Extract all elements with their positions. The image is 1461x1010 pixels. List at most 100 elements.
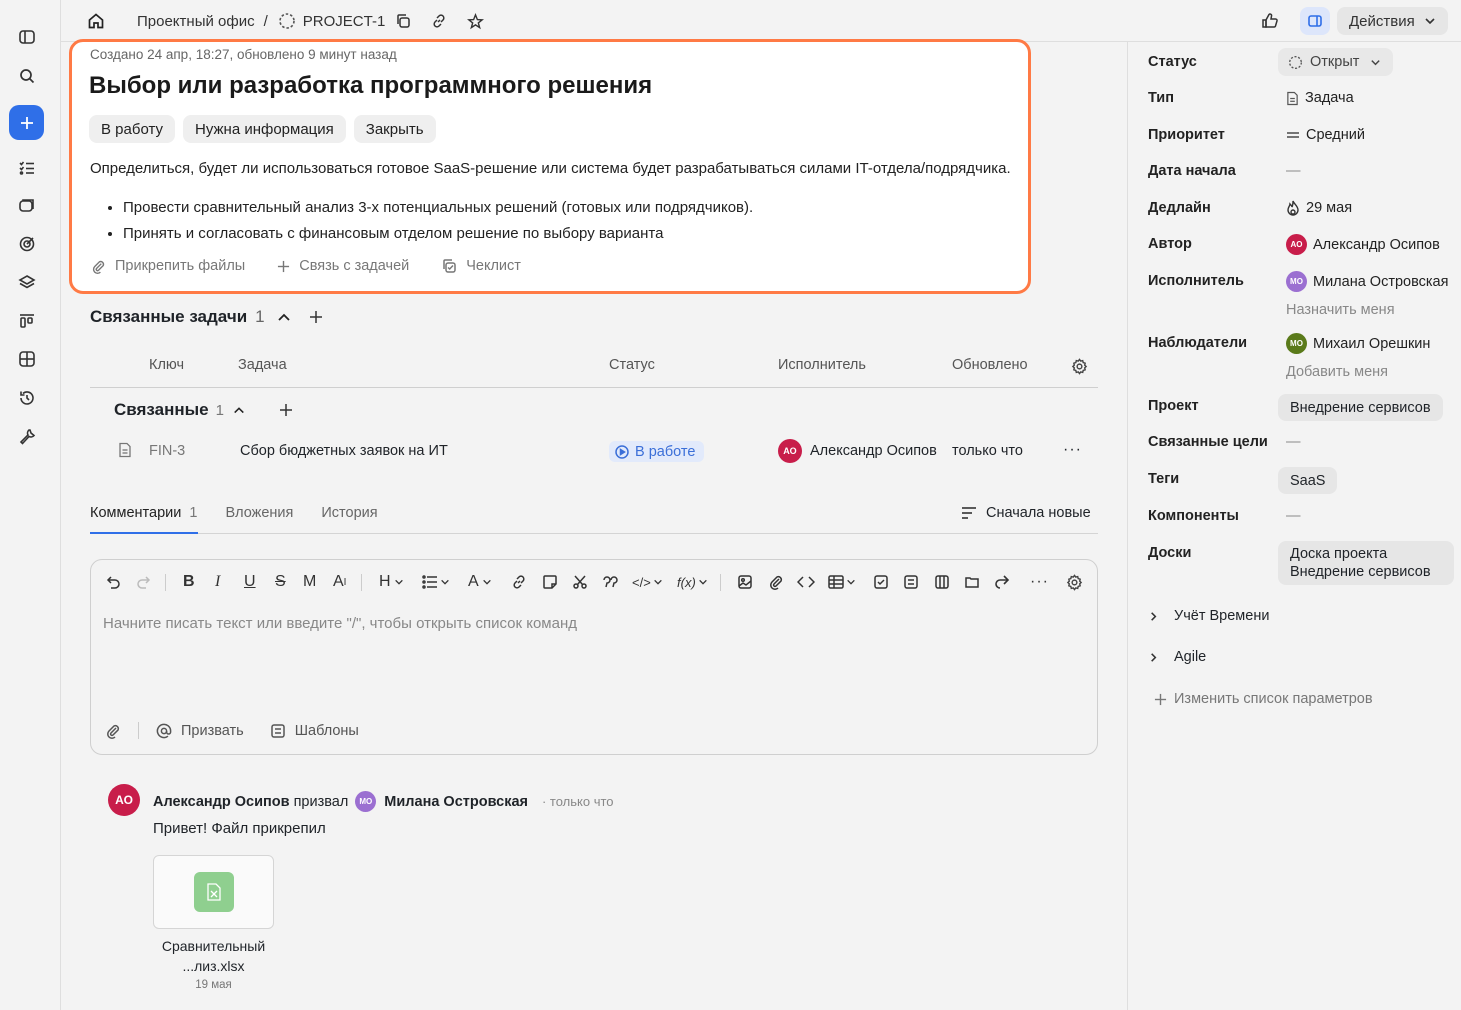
group-collapse-chevron-up-icon[interactable] — [233, 404, 245, 416]
checkbox-icon[interactable] — [873, 572, 889, 592]
home-icon[interactable] — [87, 0, 105, 42]
attach-file-icon[interactable] — [768, 572, 784, 592]
portfolio-icon[interactable] — [9, 188, 44, 223]
mention-button[interactable]: Призвать — [156, 723, 244, 739]
text-size-icon[interactable]: AI — [333, 572, 346, 592]
prop-boards-value[interactable]: Доска проекта Внедрение сервисов — [1278, 541, 1454, 585]
search-icon[interactable] — [9, 58, 44, 93]
add-related-task-icon[interactable] — [309, 310, 323, 324]
bold-icon[interactable]: B — [183, 572, 195, 592]
prop-goals-value[interactable]: — — [1286, 434, 1301, 450]
transition-close-button[interactable]: Закрыть — [353, 115, 436, 143]
row-assignee[interactable]: АО Александр Осипов — [778, 439, 937, 463]
edit-params-button[interactable]: Изменить список параметров — [1154, 691, 1373, 707]
copy-icon[interactable] — [395, 0, 411, 42]
star-icon[interactable] — [467, 0, 484, 42]
table-dropdown-icon[interactable] — [828, 572, 856, 592]
link-task-button[interactable]: Связь с задачей — [277, 258, 409, 274]
editor-placeholder[interactable]: Начните писать текст или введите "/", чт… — [103, 615, 577, 632]
row-task[interactable]: Сбор бюджетных заявок на ИТ — [240, 443, 448, 459]
list-item: Принять и согласовать с финансовым отдел… — [123, 221, 753, 247]
prop-author-value[interactable]: АО Александр Осипов — [1286, 234, 1440, 255]
issue-description[interactable]: Определиться, будет ли использоваться го… — [90, 160, 1011, 177]
prop-start-value[interactable]: — — [1286, 163, 1301, 179]
note-icon[interactable] — [542, 572, 558, 592]
italic-icon[interactable]: I — [215, 572, 220, 592]
issue-title[interactable]: Выбор или разработка программного решени… — [89, 72, 652, 100]
scissors-icon[interactable] — [572, 572, 588, 592]
more-icon[interactable]: ··· — [1030, 572, 1049, 592]
link-icon[interactable] — [431, 0, 447, 42]
sort-button[interactable]: Сначала новые — [961, 505, 1091, 521]
tab-comments[interactable]: Комментарии 1 — [90, 505, 197, 521]
prop-tags-value[interactable]: SaaS — [1278, 467, 1338, 494]
code-dropdown-icon[interactable]: </> — [632, 572, 663, 592]
breadcrumb-office[interactable]: Проектный офис — [137, 13, 255, 30]
templates-button[interactable]: Шаблоны — [270, 723, 359, 739]
embed-icon[interactable] — [903, 572, 919, 592]
tab-history[interactable]: История — [321, 505, 377, 521]
wrench-icon[interactable] — [9, 418, 44, 453]
prop-assignee-value[interactable]: МО Милана Островская — [1286, 271, 1448, 292]
inline-code-icon[interactable] — [797, 572, 815, 592]
watcher-name: Михаил Орешкин — [1313, 335, 1431, 352]
redo-icon[interactable] — [136, 572, 152, 592]
link-insert-icon[interactable] — [511, 572, 527, 592]
tab-attachments[interactable]: Вложения — [225, 505, 293, 521]
create-button[interactable] — [9, 105, 44, 140]
group-add-icon[interactable] — [279, 403, 293, 417]
list-dropdown-icon[interactable] — [422, 572, 450, 592]
comment-mentioned-user[interactable]: Милана Островская — [384, 794, 528, 810]
boards-icon[interactable] — [9, 303, 44, 338]
like-icon[interactable] — [1261, 0, 1279, 42]
prop-watchers-value[interactable]: МО Михаил Орешкин — [1286, 333, 1430, 354]
prop-type-value[interactable]: Задача — [1286, 90, 1354, 106]
undo-icon[interactable] — [105, 572, 121, 592]
quote-icon[interactable] — [602, 572, 619, 592]
status-dropdown[interactable]: Открыт — [1278, 48, 1394, 76]
panel-toggle-icon[interactable] — [9, 19, 44, 54]
breadcrumb-project-key[interactable]: PROJECT-1 — [303, 13, 386, 30]
time-tracking-section[interactable]: Учёт Времени — [1148, 608, 1269, 624]
goals-icon[interactable] — [9, 226, 44, 261]
table-settings-gear-icon[interactable] — [1071, 358, 1088, 378]
formula-dropdown-icon[interactable]: f(x) — [677, 572, 708, 592]
tasks-list-icon[interactable] — [9, 150, 44, 185]
transition-in-progress-button[interactable]: В работу — [89, 115, 175, 143]
prop-priority-label: Приоритет — [1148, 127, 1225, 143]
tab-comments-label: Комментарии — [90, 505, 182, 521]
row-more-icon[interactable]: ··· — [1063, 441, 1082, 459]
columns-icon[interactable] — [934, 572, 950, 592]
heading-dropdown-icon[interactable]: H — [379, 572, 404, 592]
agile-section[interactable]: Agile — [1148, 649, 1206, 665]
underline-icon[interactable]: U — [244, 572, 256, 592]
strikethrough-icon[interactable]: S — [275, 572, 286, 592]
attachment-thumbnail[interactable] — [153, 855, 274, 929]
editor-attach-icon[interactable] — [105, 723, 121, 739]
attach-files-button[interactable]: Прикрепить файлы — [91, 258, 245, 274]
prop-priority-value[interactable]: Средний — [1286, 127, 1365, 143]
monospace-icon[interactable]: M — [303, 572, 316, 592]
projects-icon[interactable] — [9, 265, 44, 300]
history-icon[interactable] — [9, 380, 44, 415]
convert-icon[interactable] — [994, 572, 1010, 592]
assign-me-link[interactable]: Назначить меня — [1286, 302, 1395, 318]
transition-need-info-button[interactable]: Нужна информация — [183, 115, 346, 143]
html-block-icon[interactable] — [964, 572, 980, 592]
actions-button[interactable]: Действия — [1337, 7, 1448, 35]
side-panel-toggle-icon[interactable] — [1300, 7, 1330, 35]
checklist-button[interactable]: Чеклист — [441, 258, 521, 274]
grid-icon[interactable] — [9, 341, 44, 376]
row-status-badge[interactable]: В работе — [609, 441, 705, 462]
row-key[interactable]: FIN-3 — [149, 443, 185, 459]
attachment-name[interactable]: Сравнительный ...лиз.xlsx — [153, 936, 274, 976]
collapse-chevron-up-icon[interactable] — [277, 310, 291, 324]
prop-project-value[interactable]: Внедрение сервисов — [1278, 394, 1443, 421]
editor-settings-gear-icon[interactable] — [1066, 572, 1083, 592]
image-icon[interactable] — [737, 572, 753, 592]
comment-author[interactable]: Александр Осипов — [153, 794, 290, 810]
add-me-link[interactable]: Добавить меня — [1286, 364, 1388, 380]
prop-deadline-value[interactable]: 29 мая — [1286, 200, 1352, 216]
prop-components-value[interactable]: — — [1286, 508, 1301, 524]
text-color-dropdown-icon[interactable]: A — [468, 572, 492, 592]
